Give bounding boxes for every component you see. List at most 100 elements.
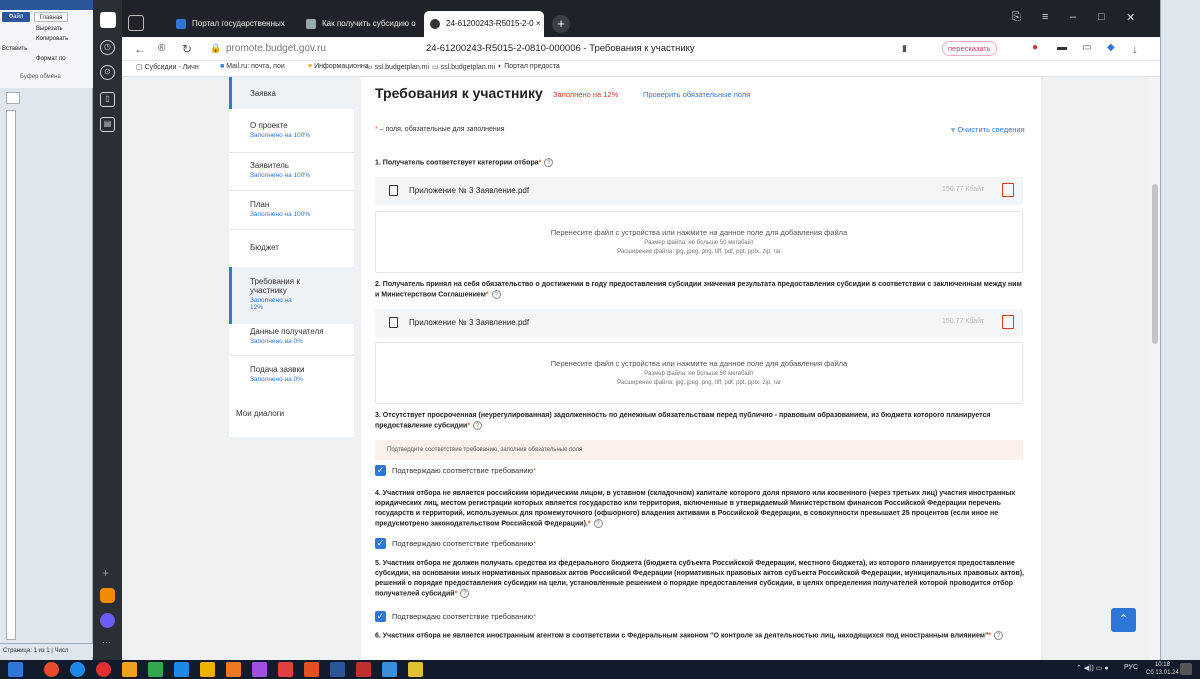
back-icon[interactable]: ← — [134, 42, 146, 56]
tab-subsidy[interactable]: Как получить субсидию о — [300, 11, 420, 37]
tab-bar: Портал государственных Как получить субс… — [122, 0, 1200, 40]
check-required-link[interactable]: Проверить обязательные поля — [643, 90, 750, 99]
bookmark-item[interactable]: ◐ Портал предоста — [498, 63, 560, 70]
history-icon[interactable]: ◷ — [100, 40, 115, 55]
app-icon[interactable] — [122, 662, 137, 677]
browser-menu-icon[interactable] — [100, 12, 116, 28]
file-row-1[interactable]: Приложение № 3 Заявление.pdf 150.77 Кбай… — [375, 177, 1023, 205]
bookmark-item[interactable]: ▭ ssl.budgetplan.mi — [432, 63, 495, 71]
help-icon[interactable]: ? — [994, 631, 1003, 640]
drop-ext: Расширение файла: jpg, jpeg, png, tiff, … — [617, 380, 781, 386]
alice-icon[interactable] — [100, 613, 115, 628]
file-drop-zone-1[interactable]: Перенесите файл с устройства или нажмите… — [375, 211, 1023, 273]
tab-gosuslugi[interactable]: Портал государственных — [170, 11, 296, 37]
downloads-icon[interactable]: ⊙ — [100, 65, 115, 80]
menu-item-project[interactable]: О проекте Заполнено на 100% — [229, 121, 354, 139]
app-icon[interactable] — [382, 662, 397, 677]
app-icon[interactable] — [304, 662, 319, 677]
chrome-icon[interactable] — [44, 662, 59, 677]
panel-icon[interactable]: ▯ — [100, 92, 115, 107]
minimize-button[interactable]: – — [1070, 11, 1076, 23]
close-button[interactable]: ✕ — [1126, 11, 1135, 24]
pin-icon[interactable]: ⎘ — [1012, 11, 1021, 24]
menu-item-budget[interactable]: Бюджет — [229, 243, 354, 252]
bookmark-icon[interactable]: ▮ — [902, 43, 907, 54]
clock[interactable]: 10:18 Сб 13.01.24 — [1146, 661, 1179, 677]
menu-icon[interactable]: ≡ — [1042, 11, 1048, 23]
clock-time: 10:18 — [1154, 662, 1170, 668]
help-icon[interactable]: ? — [491, 290, 501, 299]
bookmark-item[interactable]: ♥ Информационна — [308, 63, 369, 70]
paste-button[interactable]: Вставить — [2, 46, 27, 52]
app-icon[interactable] — [174, 662, 189, 677]
reload-icon[interactable]: ↻ — [182, 42, 192, 56]
explorer-icon[interactable] — [200, 662, 215, 677]
bookmark-item[interactable]: ■ Mail.ru: почта, пои — [220, 63, 285, 70]
app-icon[interactable] — [278, 662, 293, 677]
hat-icon[interactable]: ▬ — [1057, 42, 1067, 53]
word-file-tab[interactable]: Файл — [2, 12, 30, 22]
word-icon[interactable] — [330, 662, 345, 677]
bookmark-item[interactable]: ▢ Субсидии - Личн — [136, 63, 199, 71]
format-painter-button[interactable]: Формат по — [36, 56, 66, 62]
more-icon[interactable]: ··· — [102, 637, 111, 647]
menu-item-recipient-data[interactable]: Данные получателя Заполнено на 0% — [229, 327, 354, 345]
delete-icon[interactable] — [1002, 315, 1014, 329]
menu-item-status: Заполнено на 100% — [250, 172, 311, 179]
tab-icon[interactable]: ▭ — [1082, 42, 1091, 53]
menu-item-plan[interactable]: План Заполнено на 100% — [229, 200, 354, 218]
help-icon[interactable]: ? — [460, 589, 470, 598]
question-5: 5. Участник отбора не должен получать ср… — [375, 560, 1024, 598]
validation-warning: Подтвердите соответствие требованию, зап… — [375, 440, 1023, 460]
bookmark-item[interactable]: ▭ ssl.budgetplan.mi — [366, 63, 429, 71]
cut-button[interactable]: Вырезать — [36, 26, 63, 32]
ruler-toggle[interactable] — [6, 92, 20, 104]
tab-application[interactable]: 24-61200243-R5015-2-0 × — [424, 11, 544, 37]
menu-item-submit[interactable]: Подача заявки Заполнено на 0% — [229, 365, 354, 383]
app-icon[interactable] — [226, 662, 241, 677]
windows-taskbar: ⌃ ◀)) ▭ ● РУС 10:18 Сб 13.01.24 — [0, 660, 1200, 679]
help-icon[interactable]: ? — [473, 421, 483, 430]
mail-icon[interactable] — [100, 588, 115, 603]
menu-item-requirements[interactable]: Требования к участнику Заполнено на 12% — [229, 267, 354, 324]
profile-icon[interactable]: ◆ — [1107, 42, 1115, 53]
page-title: Требования к участнику — [375, 85, 543, 101]
language-indicator[interactable]: РУС — [1124, 664, 1138, 671]
menu-header-application[interactable]: Заявка — [229, 77, 354, 109]
copy-button[interactable]: Копировать — [36, 36, 68, 42]
yandex-icon[interactable]: ® — [158, 43, 165, 54]
retell-button[interactable]: пересказать — [942, 41, 997, 56]
yandex-browser-icon[interactable] — [96, 662, 111, 677]
scroll-to-top-button[interactable]: ⌃ — [1111, 608, 1136, 632]
pdf-icon[interactable] — [356, 662, 371, 677]
word-home-tab[interactable]: Главная — [34, 12, 68, 22]
checkmark-icon: ✓ — [375, 611, 386, 622]
help-icon[interactable]: ? — [593, 519, 603, 528]
clear-data-button[interactable]: ⩔ Очистить сведения — [951, 125, 1025, 135]
file-row-2[interactable]: Приложение № 3 Заявление.pdf 150.77 Кбай… — [375, 309, 1023, 337]
url-field[interactable]: promote.budget.gov.ru — [226, 43, 326, 54]
page-scrollbar[interactable] — [1150, 77, 1160, 660]
drop-size: Размер файла: не больше 50 мегабайт — [644, 240, 754, 246]
menu-item-applicant[interactable]: Заявитель Заполнено на 100% — [229, 161, 354, 179]
app-icon[interactable] — [252, 662, 267, 677]
notifications-icon[interactable] — [1180, 663, 1192, 675]
menu-item-dialogs[interactable]: Мои диалоги — [229, 409, 354, 418]
app-icon[interactable] — [148, 662, 163, 677]
app-icon[interactable] — [408, 662, 423, 677]
scrollbar-thumb[interactable] — [1152, 184, 1158, 344]
extension-icon[interactable]: ● — [1032, 42, 1038, 53]
help-icon[interactable]: ? — [544, 158, 554, 167]
add-panel-icon[interactable]: + — [102, 566, 109, 580]
ie-icon[interactable] — [70, 662, 85, 677]
delete-icon[interactable] — [1002, 183, 1014, 197]
tray-icons[interactable]: ⌃ ◀)) ▭ ● — [1076, 664, 1109, 672]
notes-icon[interactable]: ▤ — [100, 117, 115, 132]
download-icon[interactable]: ↓ — [1132, 42, 1138, 56]
start-icon[interactable] — [8, 662, 23, 677]
tab-list-icon[interactable] — [128, 15, 144, 31]
file-drop-zone-2[interactable]: Перенесите файл с устройства или нажмите… — [375, 342, 1023, 404]
maximize-button[interactable]: □ — [1098, 11, 1105, 23]
confirm-label: Подтверждаю соответствие требованию — [392, 539, 534, 548]
new-tab-button[interactable]: + — [552, 15, 570, 33]
